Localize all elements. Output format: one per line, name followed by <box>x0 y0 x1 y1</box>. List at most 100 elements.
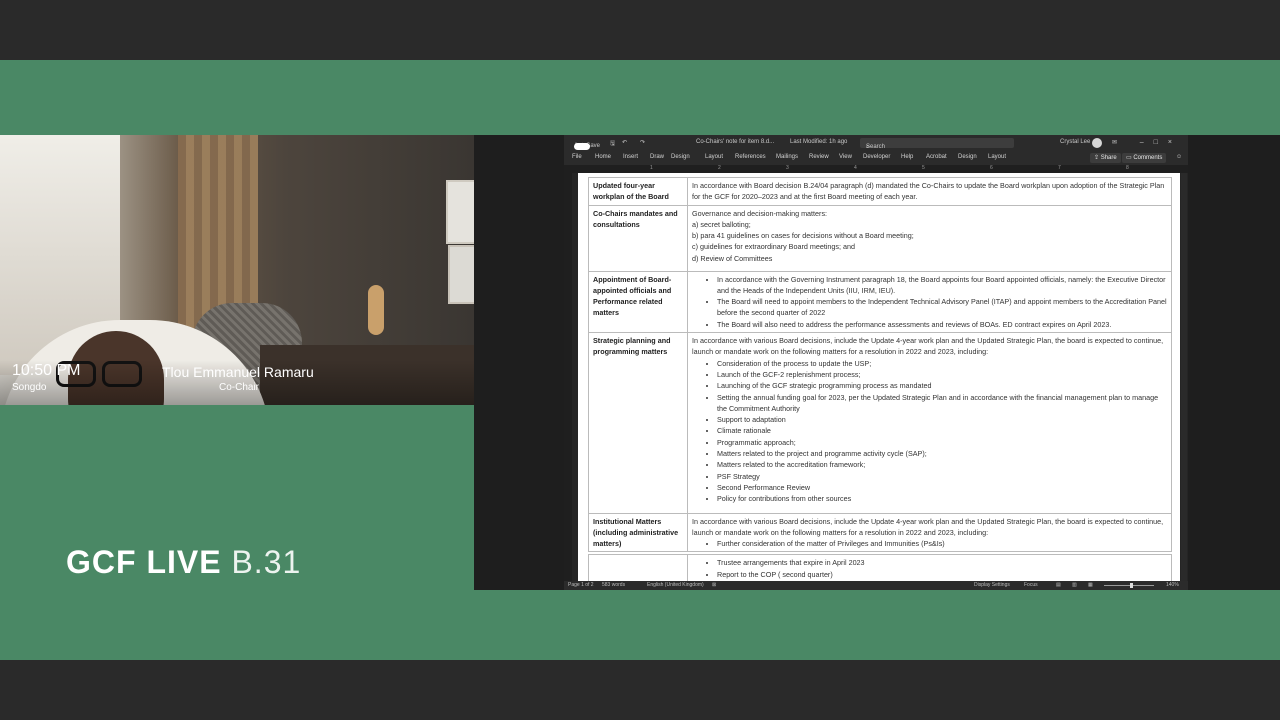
undo-icon[interactable]: ↶ <box>622 139 627 146</box>
ruler-number: 7 <box>1058 165 1061 171</box>
list-item: The Board will need to appoint members t… <box>717 296 1167 319</box>
list-item: Further consideration of the matter of P… <box>717 538 1167 549</box>
row-text: In accordance with Board decision B.24/0… <box>687 177 1172 206</box>
tab-table-layout[interactable]: Layout <box>988 154 1006 160</box>
word-count[interactable]: 583 words <box>602 582 625 588</box>
zoom-slider[interactable] <box>1104 585 1154 586</box>
tab-file[interactable]: File <box>572 154 582 160</box>
row-heading: Appointment of Board-appointed officials… <box>588 270 688 334</box>
event-logo-main: GCF LIVE <box>66 544 222 580</box>
row-heading: Updated four-year workplan of the Board <box>588 177 688 206</box>
list-item: Policy for contributions from other sour… <box>717 493 1167 504</box>
tab-references[interactable]: References <box>735 154 766 160</box>
list-item: Matters related to the accreditation fra… <box>717 459 1167 470</box>
tab-table-design[interactable]: Design <box>958 154 977 160</box>
list-item: Second Performance Review <box>717 482 1167 493</box>
coauthor-icon[interactable]: ✉ <box>1112 139 1117 146</box>
list-item: Launch of the GCF-2 replenishment proces… <box>717 369 1167 380</box>
tab-mailings[interactable]: Mailings <box>776 154 798 160</box>
list-item: Trustee arrangements that expire in Apri… <box>717 557 1167 568</box>
tab-layout[interactable]: Layout <box>705 154 723 160</box>
title-bar: AutoSave 🖫 ↶ ↷ Co-Chairs' note for item … <box>564 135 1188 151</box>
ruler-number: 2 <box>718 165 721 171</box>
row-cell: In accordance with the Governing Instrum… <box>687 270 1172 334</box>
list-item: The Board will also need to address the … <box>717 319 1167 330</box>
focus-mode[interactable]: Focus <box>1024 582 1038 588</box>
list-item: Programmatic approach; <box>717 437 1167 448</box>
row-cell: In accordance with various Board decisio… <box>687 512 1172 553</box>
tab-view[interactable]: View <box>839 154 852 160</box>
table-row: Strategic planning and programming matte… <box>588 332 1172 514</box>
language-indicator[interactable]: English (United Kingdom) <box>647 582 704 588</box>
row-heading: Strategic planning and programming matte… <box>588 332 688 514</box>
page-count[interactable]: Page 1 of 2 <box>568 582 594 588</box>
event-logo-suffix: B.31 <box>231 544 302 580</box>
table-row: Co-Chairs mandates and consultations Gov… <box>588 204 1172 272</box>
event-logo: GCF LIVE B.31 <box>66 544 301 581</box>
zoom-slider-handle[interactable] <box>1130 583 1133 588</box>
wall-picture <box>446 180 474 244</box>
table-row: Updated four-year workplan of the Board … <box>588 177 1172 206</box>
local-time: 10:50 PM <box>12 362 81 379</box>
vertical-scrollbar[interactable] <box>1181 173 1187 581</box>
list-item: Setting the annual funding goal for 2023… <box>717 392 1167 415</box>
horizontal-ruler[interactable]: 1 2 3 4 5 6 7 8 <box>564 165 1188 173</box>
bottom-letterbox <box>0 660 1280 720</box>
comments-button[interactable]: ▭ Comments <box>1122 153 1167 163</box>
list-item: Matters related to the project and progr… <box>717 448 1167 459</box>
location-label: Songdo <box>12 382 47 393</box>
share-button[interactable]: ⇪ Share <box>1090 153 1121 163</box>
print-layout-icon[interactable]: ▥ <box>1072 582 1077 588</box>
user-name[interactable]: Crystal Lee <box>1060 139 1090 145</box>
tab-insert[interactable]: Insert <box>623 154 638 160</box>
ruler-number: 6 <box>990 165 993 171</box>
ribbon-tabs: File Home Insert Draw Design Layout Refe… <box>564 151 1188 165</box>
ruler-number: 8 <box>1126 165 1129 171</box>
tab-design[interactable]: Design <box>671 154 690 160</box>
redo-icon[interactable]: ↷ <box>640 139 645 146</box>
tab-home[interactable]: Home <box>595 154 611 160</box>
tab-acrobat[interactable]: Acrobat <box>926 154 947 160</box>
document-title[interactable]: Co-Chairs' note for item 8.d... <box>696 139 774 145</box>
row-line: Governance and decision-making matters: <box>692 208 828 218</box>
wall-picture <box>448 245 474 304</box>
row-heading <box>588 554 688 581</box>
table-row: Appointment of Board-appointed officials… <box>588 270 1172 334</box>
list-item: Support to adaptation <box>717 414 1167 425</box>
row-cell: In accordance with various Board decisio… <box>687 332 1172 514</box>
list-item: Report to the COP ( second quarter) <box>717 569 1167 580</box>
top-letterbox <box>0 0 1280 60</box>
display-settings[interactable]: Display Settings <box>974 582 1010 588</box>
search-box[interactable]: ⌕ Search <box>860 138 1014 150</box>
autosave-toggle[interactable] <box>574 143 590 150</box>
ruler-number: 3 <box>786 165 789 171</box>
row-heading: Co-Chairs mandates and consultations <box>588 204 688 272</box>
row-line: c) guidelines for extraordinary Board me… <box>692 242 856 252</box>
workplan-table: Updated four-year workplan of the Board … <box>588 177 1172 581</box>
row-heading: Institutional Matters (including adminis… <box>588 512 688 553</box>
last-modified[interactable]: Last Modified: 1h ago <box>790 139 847 145</box>
table-row: Trustee arrangements that expire in Apri… <box>588 554 1172 581</box>
row-cell: Trustee arrangements that expire in Apri… <box>687 554 1172 581</box>
row-cell: Governance and decision-making matters: … <box>687 204 1172 272</box>
tab-developer[interactable]: Developer <box>863 154 890 160</box>
web-layout-icon[interactable]: ▦ <box>1088 582 1093 588</box>
list-item: Climate rationale <box>717 425 1167 436</box>
ruler-number: 5 <box>922 165 925 171</box>
tab-help[interactable]: Help <box>901 154 913 160</box>
row-line: b) para 41 guidelines on cases for decis… <box>692 231 914 241</box>
accessibility-icon[interactable]: ⊠ <box>712 582 716 588</box>
ruler-number: 1 <box>650 165 653 171</box>
tab-draw[interactable]: Draw <box>650 154 664 160</box>
vase <box>368 285 384 335</box>
document-page[interactable]: Updated four-year workplan of the Board … <box>578 173 1180 581</box>
vertical-ruler[interactable] <box>564 173 572 581</box>
save-icon[interactable]: 🖫 <box>610 139 615 149</box>
avatar[interactable] <box>1092 138 1102 148</box>
tab-review[interactable]: Review <box>809 154 829 160</box>
zoom-level[interactable]: 140% <box>1166 582 1179 588</box>
list-item: Consideration of the process to update t… <box>717 358 1167 369</box>
read-mode-icon[interactable]: ▤ <box>1056 582 1061 588</box>
smiley-icon[interactable]: ☺ <box>1176 154 1182 160</box>
window-controls[interactable]: –□× <box>1140 139 1182 146</box>
